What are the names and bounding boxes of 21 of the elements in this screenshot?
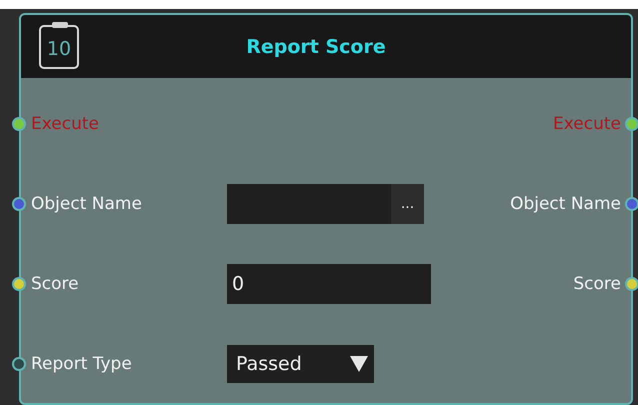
dropdown[interactable]: Passed: [227, 345, 374, 383]
input-field[interactable]: ...: [227, 184, 424, 224]
pin-label: Object Name: [510, 194, 621, 214]
caret-icon: [350, 356, 368, 372]
pin-dot[interactable]: [625, 197, 638, 211]
pin-label: Report Type: [31, 354, 132, 374]
pin-label: Score: [31, 274, 79, 294]
pin-dot[interactable]: [12, 197, 26, 211]
input-field[interactable]: 0: [227, 264, 431, 304]
pin-dot[interactable]: [625, 117, 638, 131]
pin-label: Score: [573, 274, 621, 294]
node-title: Report Score: [245, 36, 387, 58]
clipboard-icon: 10: [39, 24, 79, 68]
pin-dot[interactable]: [625, 277, 638, 291]
pin-label: Object Name: [31, 194, 142, 214]
pin-dot[interactable]: [12, 357, 26, 371]
pin-label: Execute: [31, 114, 99, 134]
pin-dot[interactable]: [12, 277, 26, 291]
browse-button[interactable]: ...: [391, 184, 424, 224]
pin-label: Execute: [553, 114, 621, 134]
pin-dot[interactable]: [12, 117, 26, 131]
